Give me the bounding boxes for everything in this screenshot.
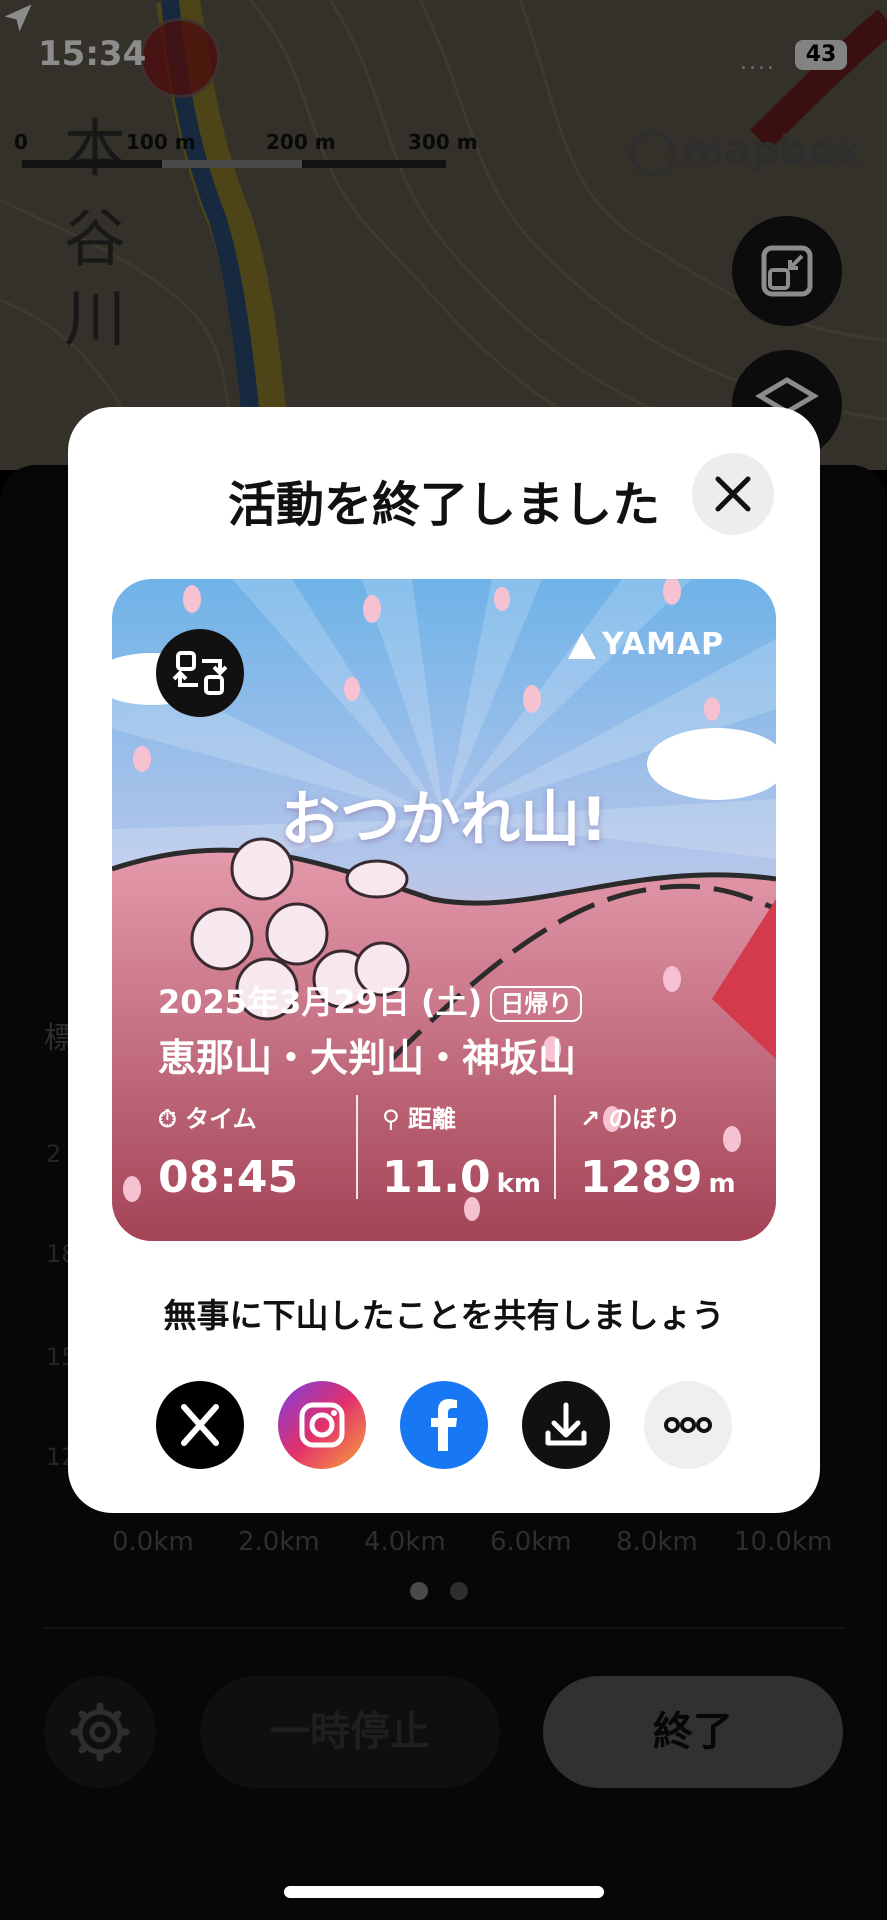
mountain-names: 恵那山・大判山・神坂山 bbox=[158, 1036, 577, 1080]
home-indicator[interactable] bbox=[284, 1886, 604, 1898]
close-icon bbox=[715, 476, 751, 512]
share-x-button[interactable] bbox=[156, 1381, 244, 1469]
share-prompt: 無事に下山したことを共有しましょう bbox=[163, 1296, 725, 1335]
download-button[interactable] bbox=[522, 1381, 610, 1469]
stat-distance: ⚲ 距離 11.0 km bbox=[382, 1105, 541, 1203]
trip-type-badge: 日帰り bbox=[490, 986, 583, 1022]
switch-design-button[interactable] bbox=[156, 629, 244, 717]
close-button[interactable] bbox=[692, 453, 774, 535]
share-instagram-button[interactable] bbox=[278, 1381, 366, 1469]
activity-finished-dialog: 活動を終了しました YAMAP おつかれ山! 2025年3月29日 (土) 日帰… bbox=[68, 407, 820, 1513]
stopwatch-icon: ⏱ bbox=[158, 1105, 177, 1133]
facebook-icon bbox=[431, 1399, 457, 1451]
swap-icon bbox=[172, 651, 228, 695]
stat-ascent: ↗ のぼり 1289 m bbox=[580, 1105, 736, 1203]
brand-logo: YAMAP bbox=[602, 627, 725, 662]
activity-date: 2025年3月29日 (土) 日帰り bbox=[158, 977, 583, 1023]
download-icon bbox=[545, 1402, 587, 1446]
stat-divider bbox=[356, 1095, 358, 1199]
yamap-logo-icon bbox=[568, 633, 596, 659]
instagram-icon bbox=[299, 1402, 345, 1448]
more-share-button[interactable] bbox=[644, 1381, 732, 1469]
summary-card: YAMAP おつかれ山! 2025年3月29日 (土) 日帰り 恵那山・大判山・神… bbox=[112, 579, 776, 1241]
ascent-icon: ↗ bbox=[580, 1105, 601, 1133]
stat-time: ⏱ タイム 08:45 bbox=[158, 1105, 299, 1203]
x-icon bbox=[181, 1404, 219, 1446]
stat-divider bbox=[554, 1095, 556, 1199]
route-icon: ⚲ bbox=[382, 1105, 400, 1133]
share-facebook-button[interactable] bbox=[400, 1381, 488, 1469]
more-icon bbox=[664, 1417, 712, 1433]
card-headline: おつかれ山! bbox=[280, 785, 608, 855]
